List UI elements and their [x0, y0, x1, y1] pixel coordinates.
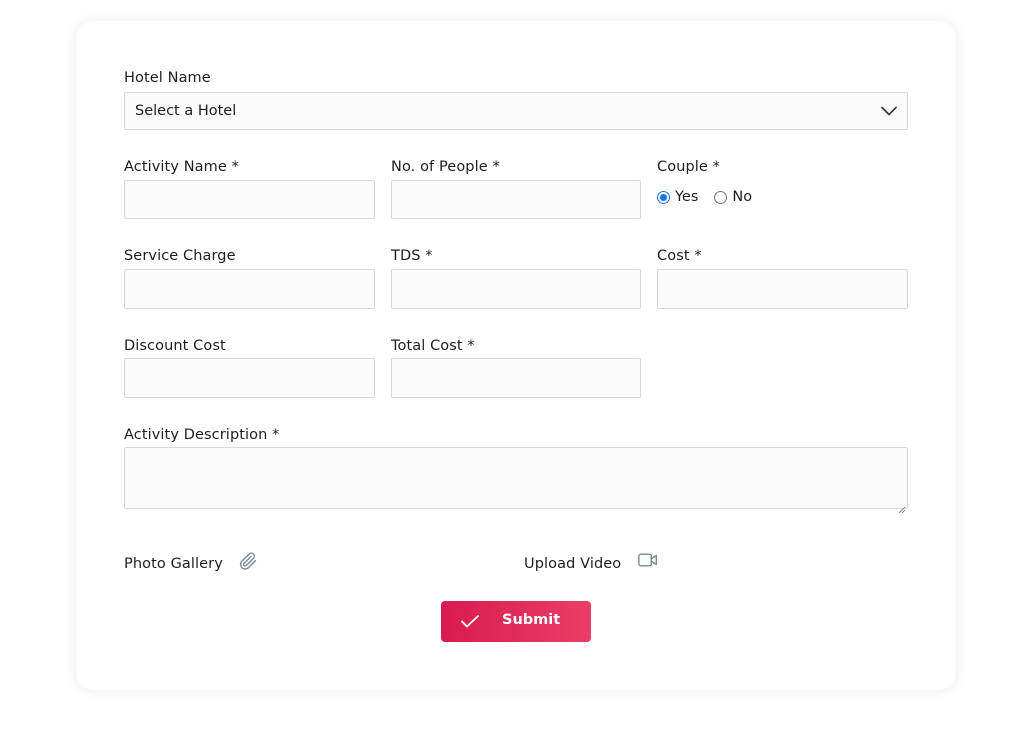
paperclip-icon[interactable] — [238, 551, 258, 571]
activity-description-label: Activity Description * — [124, 427, 280, 443]
people-input[interactable] — [391, 180, 641, 219]
discount-cost-label: Discount Cost — [124, 338, 226, 354]
couple-yes-radio[interactable] — [657, 190, 670, 204]
total-cost-input[interactable] — [391, 358, 641, 398]
couple-no-option[interactable]: No — [714, 189, 752, 205]
hotel-select[interactable]: Select a Hotel — [124, 92, 908, 130]
tds-input[interactable] — [391, 269, 641, 309]
activity-description-textarea[interactable] — [124, 447, 908, 509]
activity-name-label: Activity Name * — [124, 159, 239, 175]
service-charge-label: Service Charge — [124, 248, 236, 264]
photo-gallery-label: Photo Gallery — [124, 556, 223, 572]
activity-form-card: Hotel Name Select a Hotel Activity Name … — [76, 21, 956, 690]
cost-label: Cost * — [657, 248, 702, 264]
submit-button[interactable]: Submit — [441, 601, 591, 642]
tds-label: TDS * — [391, 248, 433, 264]
submit-label: Submit — [502, 612, 561, 628]
resize-handle-icon[interactable] — [898, 499, 906, 514]
cost-input[interactable] — [657, 269, 908, 309]
upload-video-label: Upload Video — [524, 556, 622, 572]
checkmark-icon — [461, 615, 479, 628]
couple-radio-group: Yes No — [657, 189, 768, 205]
total-cost-label: Total Cost * — [391, 338, 475, 354]
couple-yes-option[interactable]: Yes — [657, 189, 698, 205]
couple-no-label: No — [732, 189, 753, 205]
people-label: No. of People * — [391, 159, 500, 175]
activity-name-input[interactable] — [124, 180, 375, 219]
activity-description-wrapper — [124, 447, 908, 514]
couple-no-radio[interactable] — [714, 190, 728, 204]
couple-label: Couple * — [657, 159, 720, 175]
video-camera-icon[interactable] — [638, 552, 658, 568]
couple-yes-label: Yes — [675, 189, 699, 205]
hotel-name-label: Hotel Name — [124, 70, 211, 86]
chevron-down-icon — [881, 106, 897, 116]
service-charge-input[interactable] — [124, 269, 375, 309]
discount-cost-input[interactable] — [124, 358, 375, 398]
hotel-select-value: Select a Hotel — [135, 103, 237, 119]
